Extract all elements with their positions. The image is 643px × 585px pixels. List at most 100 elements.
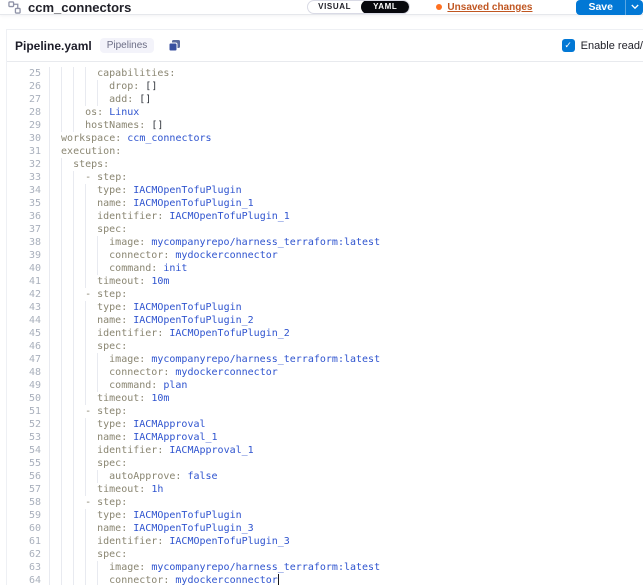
editor-header: Pipeline.yaml Pipelines ✓ Enable read/ <box>7 30 643 62</box>
toggle-yaml[interactable]: YAML <box>361 0 409 14</box>
line-number: 30 <box>7 132 41 145</box>
save-button[interactable]: Save <box>576 0 625 15</box>
code-line[interactable]: type: IACMOpenTofuPlugin <box>49 184 643 197</box>
line-number: 32 <box>7 158 41 171</box>
code-line[interactable]: drop: [] <box>49 80 643 93</box>
copy-button[interactable] <box>168 39 181 52</box>
code-line[interactable]: - step: <box>49 496 643 509</box>
save-dropdown-button[interactable] <box>625 0 643 15</box>
line-number: 28 <box>7 106 41 119</box>
line-number: 34 <box>7 184 41 197</box>
code-line[interactable]: hostNames: [] <box>49 119 643 132</box>
code-line[interactable]: spec: <box>49 340 643 353</box>
yaml-editor-card: Pipeline.yaml Pipelines ✓ Enable read/ 2… <box>6 29 643 585</box>
readonly-checkbox[interactable]: ✓ <box>562 39 575 52</box>
pipelines-badge: Pipelines <box>100 38 155 53</box>
chevron-down-icon <box>631 4 639 10</box>
line-number: 39 <box>7 249 41 262</box>
line-number: 43 <box>7 301 41 314</box>
line-number: 62 <box>7 548 41 561</box>
line-number: 60 <box>7 522 41 535</box>
unsaved-changes-link[interactable]: Unsaved changes <box>436 2 532 13</box>
line-number: 45 <box>7 327 41 340</box>
visual-yaml-toggle: VISUAL YAML <box>307 0 410 14</box>
code-line[interactable]: name: IACMOpenTofuPlugin_3 <box>49 522 643 535</box>
code-line[interactable]: spec: <box>49 548 643 561</box>
code-line[interactable]: timeout: 10m <box>49 392 643 405</box>
code-line[interactable]: connector: mydockerconnector <box>49 366 643 379</box>
line-number: 25 <box>7 67 41 80</box>
line-number: 29 <box>7 119 41 132</box>
code-line[interactable]: execution: <box>49 145 643 158</box>
line-number: 35 <box>7 197 41 210</box>
code-line[interactable]: type: IACMOpenTofuPlugin <box>49 301 643 314</box>
toggle-visual[interactable]: VISUAL <box>308 0 361 14</box>
line-number: 53 <box>7 431 41 444</box>
yaml-page: Pipeline.yaml Pipelines ✓ Enable read/ 2… <box>0 15 643 585</box>
code-line[interactable]: name: IACMOpenTofuPlugin_1 <box>49 197 643 210</box>
code-line[interactable]: image: mycompanyrepo/harness_terraform:l… <box>49 561 643 574</box>
code-line[interactable]: timeout: 10m <box>49 275 643 288</box>
code-line[interactable]: steps: <box>49 158 643 171</box>
code-lines[interactable]: capabilities:drop: []add: []os: Linuxhos… <box>49 67 643 585</box>
code-line[interactable]: name: IACMApproval_1 <box>49 431 643 444</box>
line-number: 42 <box>7 288 41 301</box>
copy-icon <box>168 39 181 52</box>
code-line[interactable]: os: Linux <box>49 106 643 119</box>
code-line[interactable]: identifier: IACMOpenTofuPlugin_1 <box>49 210 643 223</box>
line-number: 50 <box>7 392 41 405</box>
line-number: 59 <box>7 509 41 522</box>
save-split-button: Save <box>576 0 643 15</box>
code-line[interactable]: timeout: 1h <box>49 483 643 496</box>
code-line[interactable]: type: IACMApproval <box>49 418 643 431</box>
line-number: 27 <box>7 93 41 106</box>
code-line[interactable]: command: init <box>49 262 643 275</box>
code-line[interactable]: spec: <box>49 457 643 470</box>
line-number: 26 <box>7 80 41 93</box>
code-line[interactable]: connector: mydockerconnector <box>49 574 643 585</box>
line-number: 33 <box>7 171 41 184</box>
code-line[interactable]: connector: mydockerconnector <box>49 249 643 262</box>
line-number: 46 <box>7 340 41 353</box>
code-line[interactable]: autoApprove: false <box>49 470 643 483</box>
code-line[interactable]: image: mycompanyrepo/harness_terraform:l… <box>49 236 643 249</box>
line-number: 57 <box>7 483 41 496</box>
unsaved-dot-icon <box>436 4 442 10</box>
yaml-code-editor[interactable]: 2526272829303132333435363738394041424344… <box>7 62 643 585</box>
line-number: 54 <box>7 444 41 457</box>
line-number: 61 <box>7 535 41 548</box>
code-line[interactable]: spec: <box>49 223 643 236</box>
line-number: 47 <box>7 353 41 366</box>
line-number: 58 <box>7 496 41 509</box>
code-line[interactable]: workspace: ccm_connectors <box>49 132 643 145</box>
code-line[interactable]: identifier: IACMOpenTofuPlugin_2 <box>49 327 643 340</box>
code-line[interactable]: type: IACMOpenTofuPlugin <box>49 509 643 522</box>
code-line[interactable]: identifier: IACMApproval_1 <box>49 444 643 457</box>
line-number: 52 <box>7 418 41 431</box>
line-number: 48 <box>7 366 41 379</box>
code-line[interactable]: image: mycompanyrepo/harness_terraform:l… <box>49 353 643 366</box>
pipeline-icon <box>8 1 21 14</box>
code-line[interactable]: identifier: IACMOpenTofuPlugin_3 <box>49 535 643 548</box>
line-number: 64 <box>7 574 41 585</box>
line-number: 44 <box>7 314 41 327</box>
code-line[interactable]: command: plan <box>49 379 643 392</box>
line-number: 40 <box>7 262 41 275</box>
code-line[interactable]: name: IACMOpenTofuPlugin_2 <box>49 314 643 327</box>
code-line[interactable]: - step: <box>49 288 643 301</box>
line-number: 55 <box>7 457 41 470</box>
line-number: 51 <box>7 405 41 418</box>
code-line[interactable]: add: [] <box>49 93 643 106</box>
code-line[interactable]: capabilities: <box>49 67 643 80</box>
code-line[interactable]: - step: <box>49 171 643 184</box>
line-number: 36 <box>7 210 41 223</box>
page-title: ccm_connectors <box>28 0 131 15</box>
top-bar: ccm_connectors VISUAL YAML Unsaved chang… <box>0 0 643 15</box>
line-number: 37 <box>7 223 41 236</box>
line-number: 63 <box>7 561 41 574</box>
gutter: 2526272829303132333435363738394041424344… <box>7 67 49 585</box>
readonly-checkbox-label: Enable read/ <box>581 40 643 52</box>
code-line[interactable]: - step: <box>49 405 643 418</box>
line-number: 49 <box>7 379 41 392</box>
line-number: 31 <box>7 145 41 158</box>
